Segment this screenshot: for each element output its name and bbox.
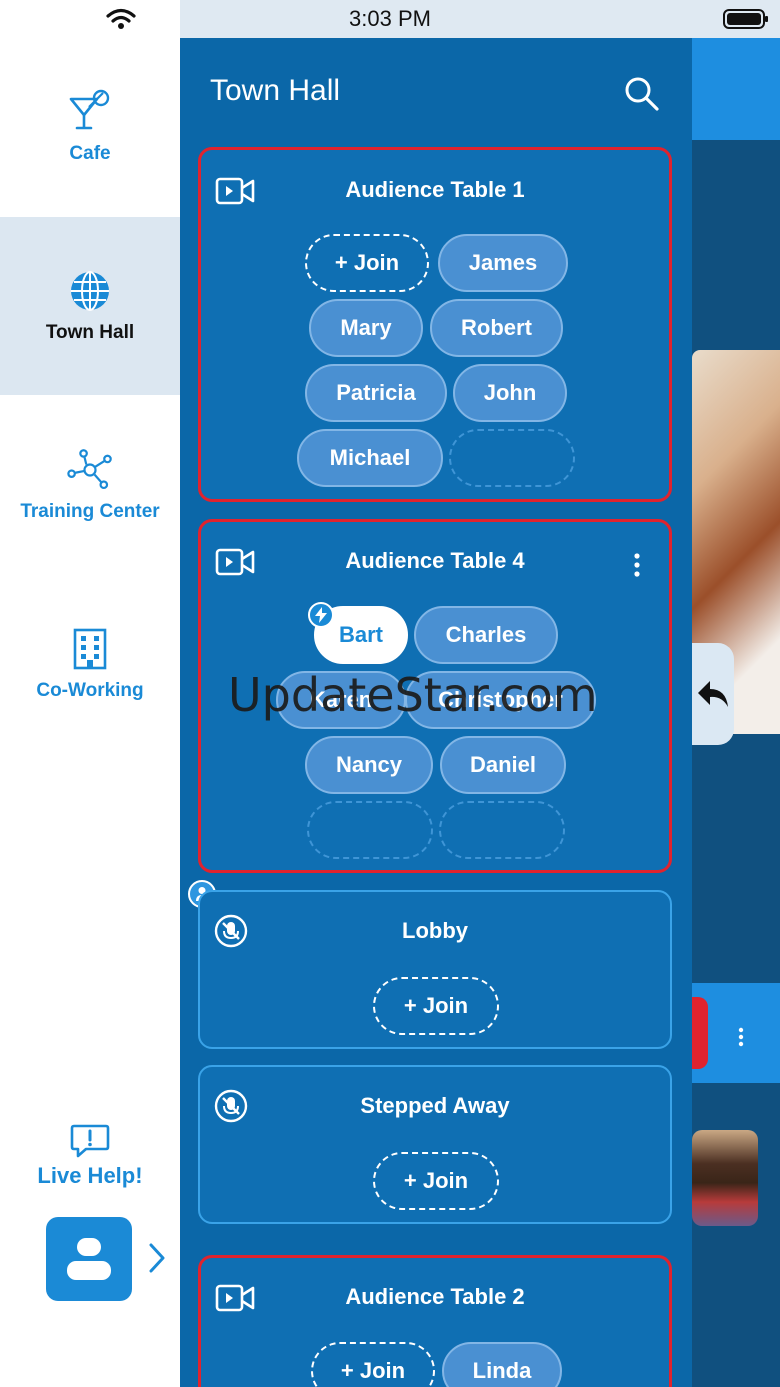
participant-pill[interactable]: Nancy <box>305 736 433 794</box>
participant-pill-self[interactable]: Bart <box>308 602 408 664</box>
lightning-icon <box>308 602 334 628</box>
participant-pill[interactable]: Daniel <box>440 736 566 794</box>
table-title: Audience Table 2 <box>345 1284 525 1309</box>
stepped-away-card[interactable]: Stepped Away + Join <box>198 1065 672 1224</box>
status-bar: 3:03 PM <box>0 0 780 38</box>
table-card[interactable]: Audience Table 1 + Join James Mary Rober… <box>198 147 672 502</box>
sidebar-item-co-working[interactable]: Co-Working <box>0 575 180 753</box>
table-title: Audience Table 1 <box>345 177 525 202</box>
sidebar-item-cafe[interactable]: Cafe <box>0 38 180 216</box>
table-title: Audience Table 4 <box>345 548 525 573</box>
sidebar-item-label: Cafe <box>69 143 111 164</box>
background-header <box>692 38 780 140</box>
sidebar-item-label: Training Center <box>20 501 160 522</box>
empty-seat[interactable] <box>449 429 575 487</box>
participant-pill[interactable]: Michael <box>297 429 443 487</box>
background-bar <box>692 983 780 1083</box>
building-icon <box>67 626 113 672</box>
participant-name: Bart <box>338 622 383 647</box>
participant-pill[interactable]: Linda <box>442 1342 562 1387</box>
network-icon <box>67 447 113 493</box>
participant-pill[interactable]: Charles <box>414 606 558 664</box>
join-button[interactable]: + Join <box>311 1342 435 1387</box>
participant-pill[interactable]: James <box>438 234 568 292</box>
empty-seat[interactable] <box>307 801 433 859</box>
kebab-menu-icon[interactable] <box>737 1027 745 1047</box>
participant-pill[interactable]: Patricia <box>305 364 447 422</box>
participant-pill[interactable]: Robert <box>430 299 563 357</box>
sidebar: Cafe Town Hall Training Center Co-Workin… <box>0 38 180 1387</box>
cocktail-icon <box>67 89 113 135</box>
back-button[interactable] <box>692 643 734 745</box>
table-card[interactable]: Audience Table 2 + Join Linda <box>198 1255 672 1387</box>
join-button[interactable]: + Join <box>305 234 429 292</box>
participant-pill[interactable]: Mary <box>309 299 423 357</box>
table-title: Lobby <box>402 918 468 943</box>
battery-icon <box>723 9 768 29</box>
chevron-right-icon[interactable] <box>146 1242 168 1274</box>
table-title: Stepped Away <box>360 1093 510 1118</box>
sidebar-item-training-center[interactable]: Training Center <box>0 396 180 574</box>
join-button[interactable]: + Join <box>373 1152 499 1210</box>
watermark: UpdateStar.com <box>228 668 598 722</box>
profile-button[interactable] <box>46 1217 132 1301</box>
page-title: Town Hall <box>210 74 341 107</box>
empty-seat[interactable] <box>439 801 565 859</box>
status-time: 3:03 PM <box>349 6 431 31</box>
sidebar-item-town-hall[interactable]: Town Hall <box>0 217 180 395</box>
user-icon <box>67 1238 111 1280</box>
sidebar-item-label: Town Hall <box>45 322 135 343</box>
live-help-label: Live Help! <box>37 1163 143 1188</box>
chat-alert-icon <box>70 1124 110 1158</box>
kebab-menu-icon[interactable] <box>633 552 641 578</box>
sidebar-item-label: Co-Working <box>36 680 144 701</box>
participant-pill[interactable]: John <box>453 364 567 422</box>
lobby-card[interactable]: Lobby + Join <box>198 890 672 1049</box>
participant-avatar <box>692 1130 758 1226</box>
reply-arrow-icon <box>698 681 728 707</box>
search-icon[interactable] <box>624 76 660 112</box>
join-button[interactable]: + Join <box>373 977 499 1035</box>
globe-icon <box>67 268 113 314</box>
